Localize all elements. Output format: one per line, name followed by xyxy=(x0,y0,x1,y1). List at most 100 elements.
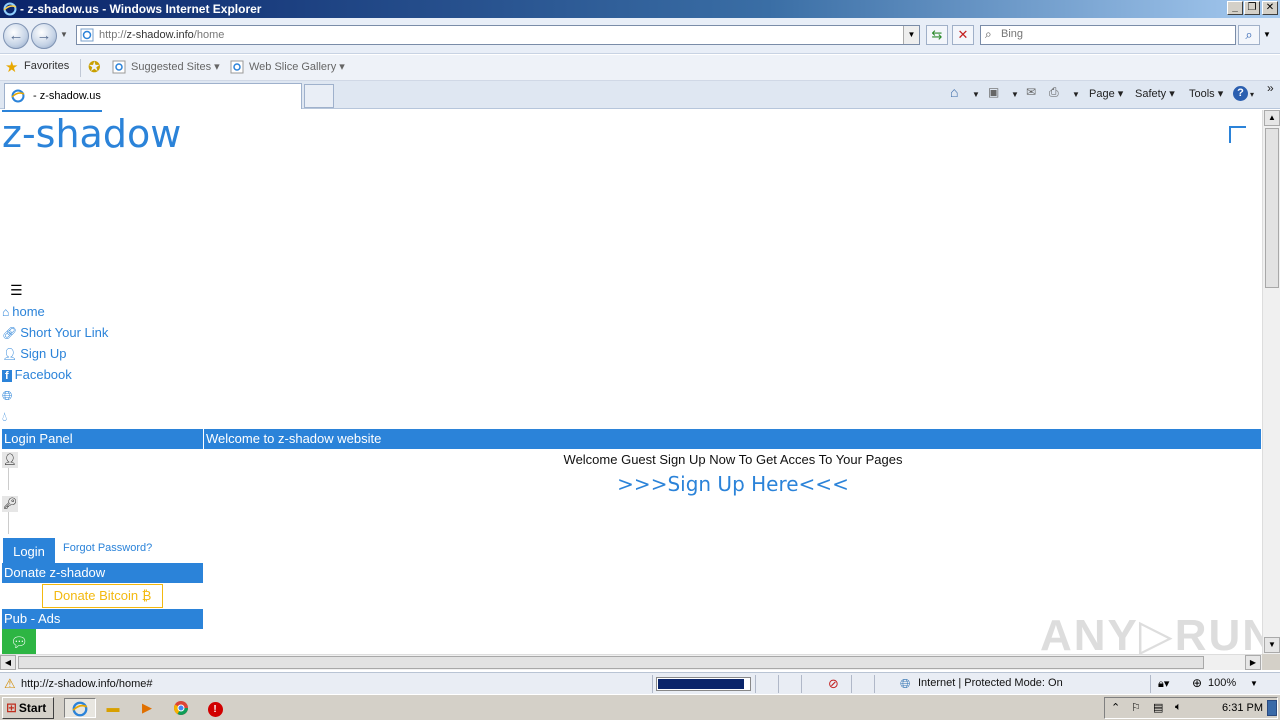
volume-icon[interactable]: 🔈︎ xyxy=(1175,701,1182,714)
stop-icon[interactable]: ✕ xyxy=(952,25,974,45)
separator xyxy=(652,675,653,693)
mail-icon[interactable]: ✉ xyxy=(1026,85,1036,99)
separator xyxy=(80,59,81,77)
chrome-icon[interactable] xyxy=(170,698,192,718)
taskbar-ie-icon[interactable] xyxy=(64,698,96,718)
system-tray: ⌃ ⚐ ▤ 🔈︎ 6:31 PM xyxy=(1104,697,1278,719)
scroll-left-icon[interactable]: ◀ xyxy=(0,655,16,670)
web-slice-page-icon xyxy=(230,60,244,77)
page-content: z-shadow ☰ ⌂ home 🔗︎ Short Your Link 👤︎ Sig… xyxy=(0,110,1262,654)
vertical-scrollbar[interactable]: ▲ ▼ xyxy=(1262,110,1280,654)
action-center-flag-icon[interactable]: ⚐ xyxy=(1131,701,1141,714)
search-icon: ⌕ xyxy=(985,27,992,41)
minimize-button[interactable]: _ xyxy=(1227,1,1243,15)
menu-item-short-link[interactable]: 🔗︎ Short Your Link xyxy=(2,325,108,340)
favorites-bar: ★ Favorites ✪ Suggested Sites ▾ Web Slic… xyxy=(0,55,1280,81)
security-zone[interactable]: Internet | Protected Mode: On xyxy=(918,677,1063,689)
home-chevron-icon[interactable]: ▼ xyxy=(972,90,980,99)
print-icon[interactable]: ⎙ xyxy=(1049,85,1059,100)
help-icon[interactable]: ? xyxy=(1233,86,1248,101)
network-icon[interactable]: ▤ xyxy=(1153,701,1163,714)
ads-header: Pub - Ads xyxy=(2,609,203,629)
scroll-right-icon[interactable]: ▶ xyxy=(1245,655,1261,670)
address-url: http://z-shadow.info/home xyxy=(99,29,225,41)
forgot-password-link[interactable]: Forgot Password? xyxy=(63,542,152,554)
print-chevron-icon[interactable]: ▼ xyxy=(1072,90,1080,99)
progress-fill xyxy=(658,679,744,689)
feeds-chevron-icon[interactable]: ▼ xyxy=(1011,90,1019,99)
explorer-folder-icon[interactable]: ▬ xyxy=(102,698,124,718)
taskbar-clock[interactable]: 6:31 PM xyxy=(1222,702,1263,714)
menu-item-sign-up[interactable]: 👤︎ Sign Up xyxy=(2,346,66,361)
search-input[interactable] xyxy=(1001,28,1231,40)
separator xyxy=(801,675,802,693)
help-menu[interactable]: ▾ xyxy=(1250,90,1254,99)
address-bar[interactable]: http://z-shadow.info/home ▼ xyxy=(76,25,920,45)
horizontal-scroll-thumb[interactable] xyxy=(18,656,1204,669)
key-icon: 🔑︎ xyxy=(2,496,18,512)
favorites-star-icon: ★ xyxy=(5,59,19,76)
separator xyxy=(851,675,852,693)
search-box[interactable]: ⌕ xyxy=(980,25,1236,45)
recent-pages-chevron-icon[interactable]: ▼ xyxy=(60,30,68,39)
separator xyxy=(1150,675,1151,693)
tab-z-shadow[interactable]: - z-shadow.us xyxy=(4,83,302,109)
horizontal-scrollbar[interactable]: ◀ ▶ xyxy=(0,654,1262,670)
show-desktop-button[interactable] xyxy=(1267,700,1277,716)
search-options-chevron-icon[interactable]: ▼ xyxy=(1263,30,1271,39)
username-input[interactable] xyxy=(8,468,9,490)
menu-item-facebook[interactable]: f Facebook xyxy=(2,367,72,382)
scroll-down-icon[interactable]: ▼ xyxy=(1264,637,1280,653)
safety-menu[interactable]: Safety ▾ xyxy=(1135,87,1175,100)
favorites-button[interactable]: Favorites xyxy=(24,60,69,72)
donate-header: Donate z-shadow xyxy=(2,563,203,583)
wechat-icon[interactable]: 💬︎ xyxy=(2,629,36,654)
page-icon xyxy=(80,28,94,45)
refresh-icon[interactable]: ⇆ xyxy=(926,25,948,45)
suggested-sites-link[interactable]: Suggested Sites ▾ xyxy=(131,60,220,73)
start-button[interactable]: ⊞ Start xyxy=(2,697,54,719)
menu-toggle-icon[interactable]: ☰ xyxy=(10,282,23,299)
feeds-icon[interactable]: ▣ xyxy=(988,85,999,99)
zoom-chevron-icon[interactable]: ▼ xyxy=(1250,679,1258,688)
globe-icon[interactable]: 🌐︎ xyxy=(2,388,12,404)
popup-blocked-icon[interactable]: ⊘ xyxy=(828,676,839,692)
login-button[interactable]: Login xyxy=(3,538,55,564)
scroll-corner xyxy=(1262,654,1280,670)
close-button[interactable]: ✕ xyxy=(1262,1,1278,15)
tools-menu[interactable]: Tools ▾ xyxy=(1189,87,1223,100)
warning-icon: ⚠ xyxy=(4,676,16,691)
navigation-bar: ← → ▼ http://z-shadow.info/home ▼ ⇆ ✕ ⌕ … xyxy=(0,18,1280,54)
more-commands[interactable]: » xyxy=(1267,81,1274,95)
drop-icon[interactable]: 💧︎ xyxy=(2,409,7,425)
donate-bitcoin-button[interactable]: Donate Bitcoin ₿ xyxy=(42,584,163,608)
password-input[interactable] xyxy=(8,512,9,534)
back-arrow-icon[interactable]: ← xyxy=(3,23,29,49)
login-panel-header: Login Panel xyxy=(2,429,203,449)
web-slice-gallery-link[interactable]: Web Slice Gallery ▾ xyxy=(249,60,345,73)
new-tab-button[interactable] xyxy=(304,84,334,108)
status-bar: ⚠ http://z-shadow.info/home# ⊘ 🌐︎ Intern… xyxy=(0,672,1280,694)
sign-up-here-link[interactable]: >>>Sign Up Here<<< xyxy=(205,472,1261,496)
protected-mode-icon[interactable]: 🔒︎▾ xyxy=(1158,677,1169,691)
welcome-message: Welcome Guest Sign Up Now To Get Acces T… xyxy=(563,452,903,467)
menu-item-home[interactable]: ⌂ home xyxy=(2,304,45,319)
site-logo[interactable]: z-shadow xyxy=(2,112,181,156)
vertical-scroll-thumb[interactable] xyxy=(1265,128,1279,288)
search-go-icon[interactable]: ⌕ xyxy=(1238,25,1260,45)
status-url: http://z-shadow.info/home# xyxy=(21,678,153,690)
scroll-up-icon[interactable]: ▲ xyxy=(1264,110,1280,126)
zoom-level[interactable]: 100% xyxy=(1208,677,1236,689)
add-favorites-icon[interactable]: ✪ xyxy=(88,58,101,76)
maximize-button[interactable]: ❐ xyxy=(1244,1,1260,15)
windows-flag-icon: ⊞ xyxy=(6,700,17,715)
stop-sign-icon[interactable]: ! xyxy=(204,698,226,718)
media-player-icon[interactable]: ▶ xyxy=(136,698,158,718)
separator xyxy=(755,675,756,693)
home-icon[interactable]: ⌂ xyxy=(950,84,958,100)
user-plus-icon: 👤︎ xyxy=(2,347,18,361)
address-dropdown-icon[interactable]: ▼ xyxy=(903,26,919,44)
tray-expand-icon[interactable]: ⌃ xyxy=(1111,701,1120,714)
page-menu[interactable]: Page ▾ xyxy=(1089,87,1123,100)
forward-arrow-icon[interactable]: → xyxy=(31,23,57,49)
